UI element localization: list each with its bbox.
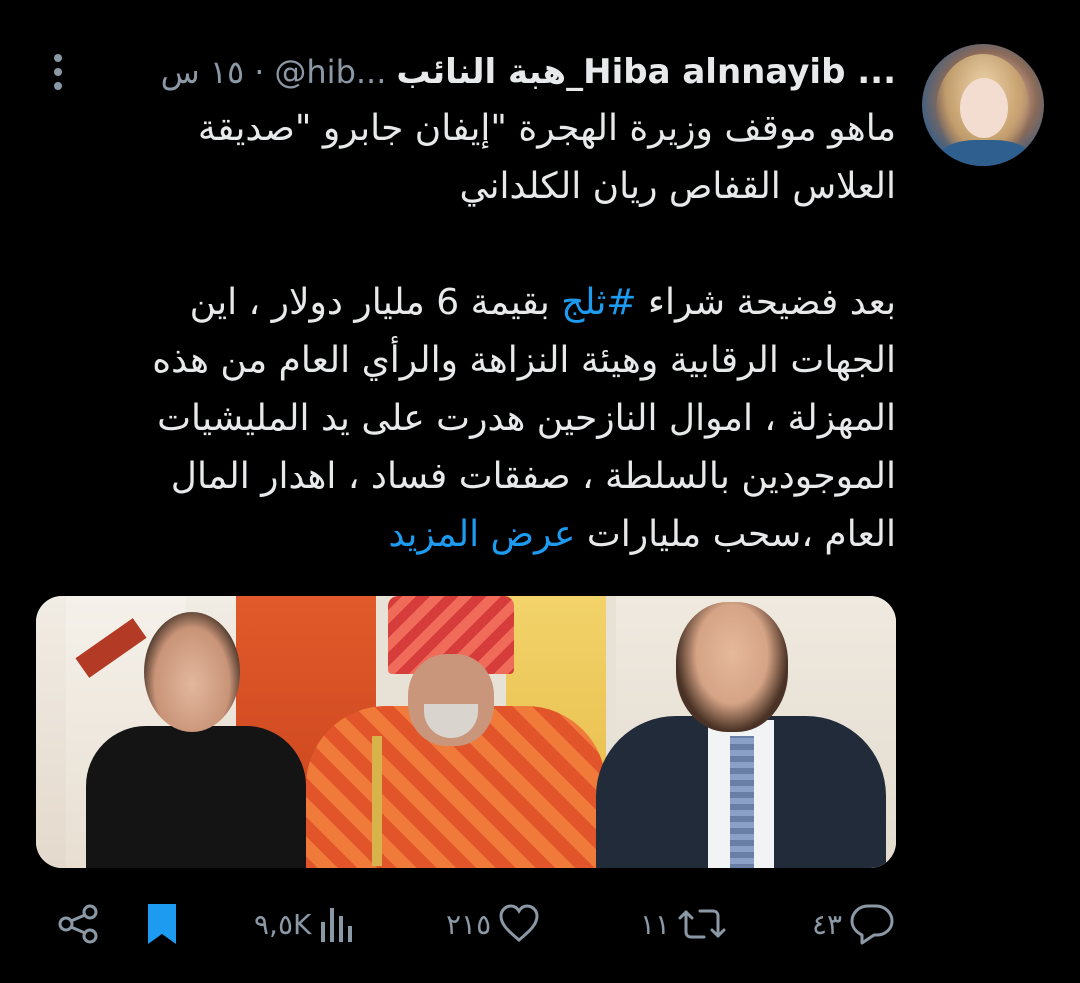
photo-figure — [86, 726, 306, 868]
tweet-actions: ٩,٥K ٢١٥ ١١ ٤٣ — [0, 896, 1080, 952]
views-count: ٩,٥K — [254, 907, 312, 941]
user-handle[interactable]: @hib... — [274, 53, 386, 91]
avatar-shirt — [940, 140, 1030, 166]
like-button[interactable]: ٢١٥ — [446, 896, 541, 952]
tweet-header: هبة النائب_Hiba alnnayib ... @hib... · ١… — [100, 50, 896, 94]
hashtag-link[interactable]: #ثلج — [561, 282, 636, 323]
tweet-photo[interactable] — [36, 596, 896, 868]
retweet-icon — [678, 909, 726, 939]
retweets-count: ١١ — [640, 907, 671, 941]
heart-icon — [499, 904, 539, 942]
share-icon — [58, 904, 98, 944]
tweet-time[interactable]: ١٥ س — [161, 53, 245, 91]
text-line: بعد فضيحة شراء #ثلج بقيمة 6 مليار دولار … — [100, 274, 896, 332]
avatar-face — [960, 78, 1008, 138]
text-line: ماهو موقف وزيرة الهجرة "إيفان جابرو "صدي… — [197, 108, 896, 149]
retweet-button[interactable]: ١١ — [640, 896, 728, 952]
views-button[interactable]: ٩,٥K — [254, 896, 357, 952]
photo-figure — [730, 736, 754, 868]
text-line: العام ،سحب مليارات عرض المزيد — [100, 506, 896, 564]
share-button[interactable] — [54, 896, 102, 952]
more-vertical-icon-dot — [54, 82, 62, 90]
more-vertical-icon-dot — [54, 68, 62, 76]
bookmark-button[interactable] — [142, 896, 182, 952]
photo-figure — [144, 612, 240, 732]
tweet[interactable]: هبة النائب_Hiba alnnayib ... @hib... · ١… — [0, 0, 1080, 983]
likes-count: ٢١٥ — [446, 907, 492, 941]
reply-button[interactable]: ٤٣ — [812, 896, 896, 952]
text-line: الجهات الرقابية وهيئة النزاهة والرأي الع… — [152, 340, 896, 381]
replies-count: ٤٣ — [812, 907, 843, 941]
text-segment: بعد فضيحة شراء — [636, 282, 896, 323]
views-chart-icon — [321, 908, 353, 942]
photo-figure — [372, 736, 382, 866]
reply-icon — [850, 904, 894, 945]
avatar[interactable] — [922, 44, 1044, 166]
separator-dot: · — [254, 53, 265, 91]
text-segment: بقيمة 6 مليار دولار ، اين — [189, 282, 562, 323]
more-options-button[interactable] — [46, 50, 70, 94]
show-more-link[interactable]: عرض المزيد — [389, 514, 576, 555]
text-line: العلاس القفاص ريان الكلداني — [459, 166, 896, 207]
display-name[interactable]: هبة النائب_Hiba alnnayib ... — [396, 52, 896, 92]
more-vertical-icon — [54, 54, 62, 62]
text-line: المهزلة ، اموال النازحين هدرت على يد الم… — [157, 398, 896, 439]
text-line: الموجودين بالسلطة ، صفقات فساد ، اهدار ا… — [170, 456, 896, 497]
tweet-text: ماهو موقف وزيرة الهجرة "إيفان جابرو "صدي… — [100, 100, 896, 564]
bookmark-filled-icon — [148, 904, 176, 944]
photo-figure — [676, 602, 788, 732]
text-segment: العام ،سحب مليارات — [575, 514, 896, 555]
